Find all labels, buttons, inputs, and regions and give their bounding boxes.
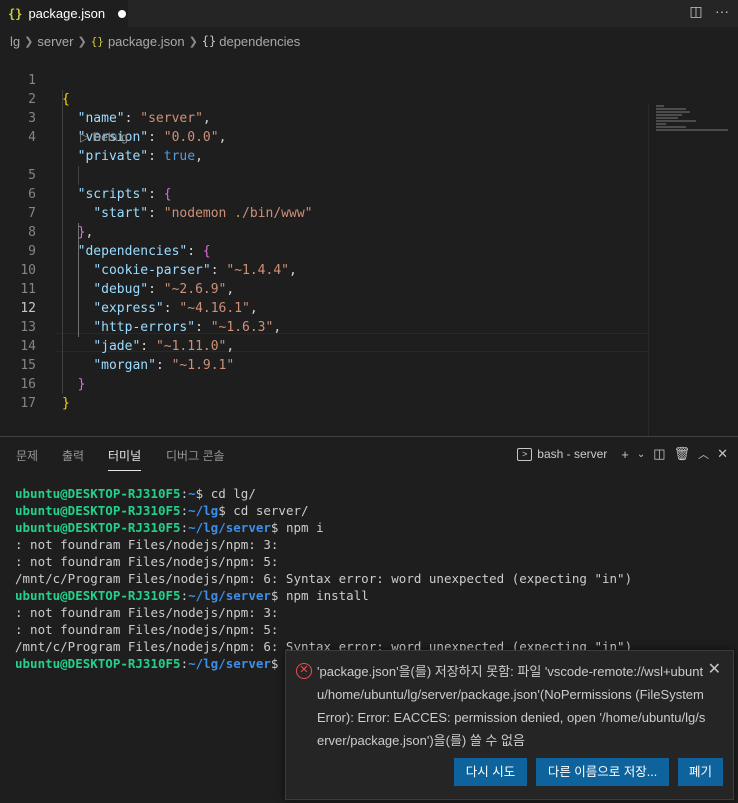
notification-message: 'package.json'을(를) 저장하지 못함: 파일 'vscode-r…	[317, 664, 706, 748]
terminal-icon: >	[517, 447, 533, 461]
line-number: 4	[28, 130, 36, 145]
terminal-command: npm install	[285, 588, 369, 603]
terminal-user: ubuntu@DESKTOP-RJ310F5	[15, 520, 181, 535]
editor-tab-bar: {} package.json ◫ ···	[0, 0, 738, 27]
terminal-path: ~/lg/server	[188, 520, 271, 535]
terminal-user: ubuntu@DESKTOP-RJ310F5	[15, 588, 181, 603]
terminal-path: ~/lg/server	[188, 656, 271, 671]
save-as-button[interactable]: 다른 이름으로 저장...	[536, 758, 669, 786]
code-line: 11 "express": "~4.16.1",	[0, 261, 660, 316]
terminal-command: cd lg/	[210, 486, 256, 501]
code-editor[interactable]: 1 { 2 "name": "server", 3 "version": "0.…	[0, 52, 738, 488]
tab-debug-console[interactable]: 디버그 콘솔	[166, 447, 225, 471]
minimap[interactable]	[656, 105, 728, 135]
terminal-user: ubuntu@DESKTOP-RJ310F5	[15, 656, 181, 671]
breadcrumb-item-dependencies[interactable]: dependencies	[219, 34, 300, 49]
code-line: 4 "private": true,	[0, 109, 660, 164]
terminal-name: bash - server	[537, 447, 608, 461]
code-line: 2 "name": "server",	[0, 71, 660, 126]
breadcrumb-item-server[interactable]: server	[37, 34, 73, 49]
object-braces-icon: {}	[201, 34, 217, 48]
trash-icon[interactable]: 🗑	[674, 446, 691, 462]
terminal-user: ubuntu@DESKTOP-RJ310F5	[15, 486, 181, 501]
close-icon[interactable]: ✕	[708, 659, 721, 679]
code-line: 3 "version": "0.0.0",	[0, 90, 660, 145]
terminal-output[interactable]: ubuntu@DESKTOP-RJ310F5:~$ cd lg/ ubuntu@…	[15, 485, 735, 672]
tab-output[interactable]: 출력	[62, 447, 84, 471]
json-file-icon: {}	[90, 34, 104, 48]
tab-package-json[interactable]: {} package.json	[0, 0, 128, 27]
code-line: 16 }	[0, 356, 660, 411]
code-line: 6 "start": "nodemon ./bin/www"	[0, 166, 660, 221]
code-line: 12 "http-errors": "~1.6.3",	[0, 280, 660, 335]
code-line: 5 "scripts": {	[0, 147, 660, 202]
maximize-panel-icon[interactable]: ︿	[698, 446, 709, 462]
panel-tab-bar: 문제 출력 터미널 디버그 콘솔 > bash - server + ⌄ ◫ 🗑…	[0, 437, 738, 473]
terminal-path: ~/lg	[188, 503, 219, 518]
terminal-path: ~	[188, 486, 196, 501]
json-value: "0.0.0"	[163, 130, 219, 145]
terminal-command: npm i	[285, 520, 324, 535]
code-line: 15 }	[0, 337, 660, 392]
terminal-path: ~/lg/server	[188, 588, 271, 603]
split-editor-icon[interactable]: ◫	[688, 3, 704, 20]
unsaved-dot-icon[interactable]	[118, 9, 127, 18]
code-line: 9 "cookie-parser": "~1.4.4",	[0, 223, 660, 278]
terminal-selector[interactable]: > bash - server	[517, 447, 607, 461]
terminal-line: : not foundram Files/nodejs/npm: 3:	[15, 537, 279, 552]
code-line: 1 {	[0, 52, 660, 107]
terminal-line: /mnt/c/Program Files/nodejs/npm: 6: Synt…	[15, 571, 633, 586]
more-actions-icon[interactable]: ···	[714, 3, 730, 20]
terminal-user: ubuntu@DESKTOP-RJ310F5	[15, 503, 181, 518]
chevron-right-icon: ❯	[77, 35, 87, 48]
terminal-line: ubuntu@DESKTOP-RJ310F5:~/lg/server$ npm …	[15, 520, 324, 535]
code-line: 14 "morgan": "~1.9.1"	[0, 318, 660, 373]
discard-button[interactable]: 폐기	[678, 758, 723, 786]
breadcrumb: lg ❯ server ❯ {} package.json ❯ {} depen…	[0, 27, 738, 55]
breadcrumb-item-lg[interactable]: lg	[10, 34, 20, 49]
tab-problems[interactable]: 문제	[16, 447, 38, 471]
tab-title: package.json	[28, 6, 106, 21]
terminal-line: : not foundram Files/nodejs/npm: 3:	[15, 605, 279, 620]
debug-codelens[interactable]: ▷ Debug	[80, 129, 128, 145]
error-notification: ✕ 'package.json'을(를) 저장하지 못함: 파일 'vscode…	[285, 650, 734, 800]
retry-button[interactable]: 다시 시도	[454, 758, 527, 786]
code-line: 8 "dependencies": {	[0, 204, 660, 259]
tab-terminal[interactable]: 터미널	[108, 447, 142, 471]
chevron-right-icon: ❯	[24, 35, 34, 48]
terminal-line: : not foundram Files/nodejs/npm: 5:	[15, 554, 279, 569]
terminal-command: cd server/	[233, 503, 309, 518]
split-terminal-icon[interactable]: ◫	[653, 446, 665, 462]
code-line: 10 "debug": "~2.6.9",	[0, 242, 660, 297]
breadcrumb-item-file[interactable]: package.json	[108, 34, 185, 49]
terminal-line: ubuntu@DESKTOP-RJ310F5:~/lg$ cd server/	[15, 503, 309, 518]
terminal-line: ubuntu@DESKTOP-RJ310F5:~/lg/server$ npm …	[15, 588, 369, 603]
json-braces-icon: {}	[8, 6, 23, 21]
line-number: 17	[20, 396, 36, 411]
terminal-line: ubuntu@DESKTOP-RJ310F5:~$ cd lg/	[15, 486, 256, 501]
chevron-down-icon[interactable]: ⌄	[637, 449, 645, 460]
terminal-line: : not foundram Files/nodejs/npm: 5:	[15, 622, 279, 637]
add-terminal-icon[interactable]: +	[621, 447, 629, 462]
error-icon: ✕	[296, 663, 312, 679]
code-line: 13 "jade": "~1.11.0",	[0, 299, 660, 354]
code-line: 7 },	[0, 185, 660, 240]
chevron-right-icon: ❯	[188, 35, 198, 48]
code-line: 17	[0, 375, 660, 411]
close-panel-icon[interactable]: ✕	[717, 446, 728, 462]
